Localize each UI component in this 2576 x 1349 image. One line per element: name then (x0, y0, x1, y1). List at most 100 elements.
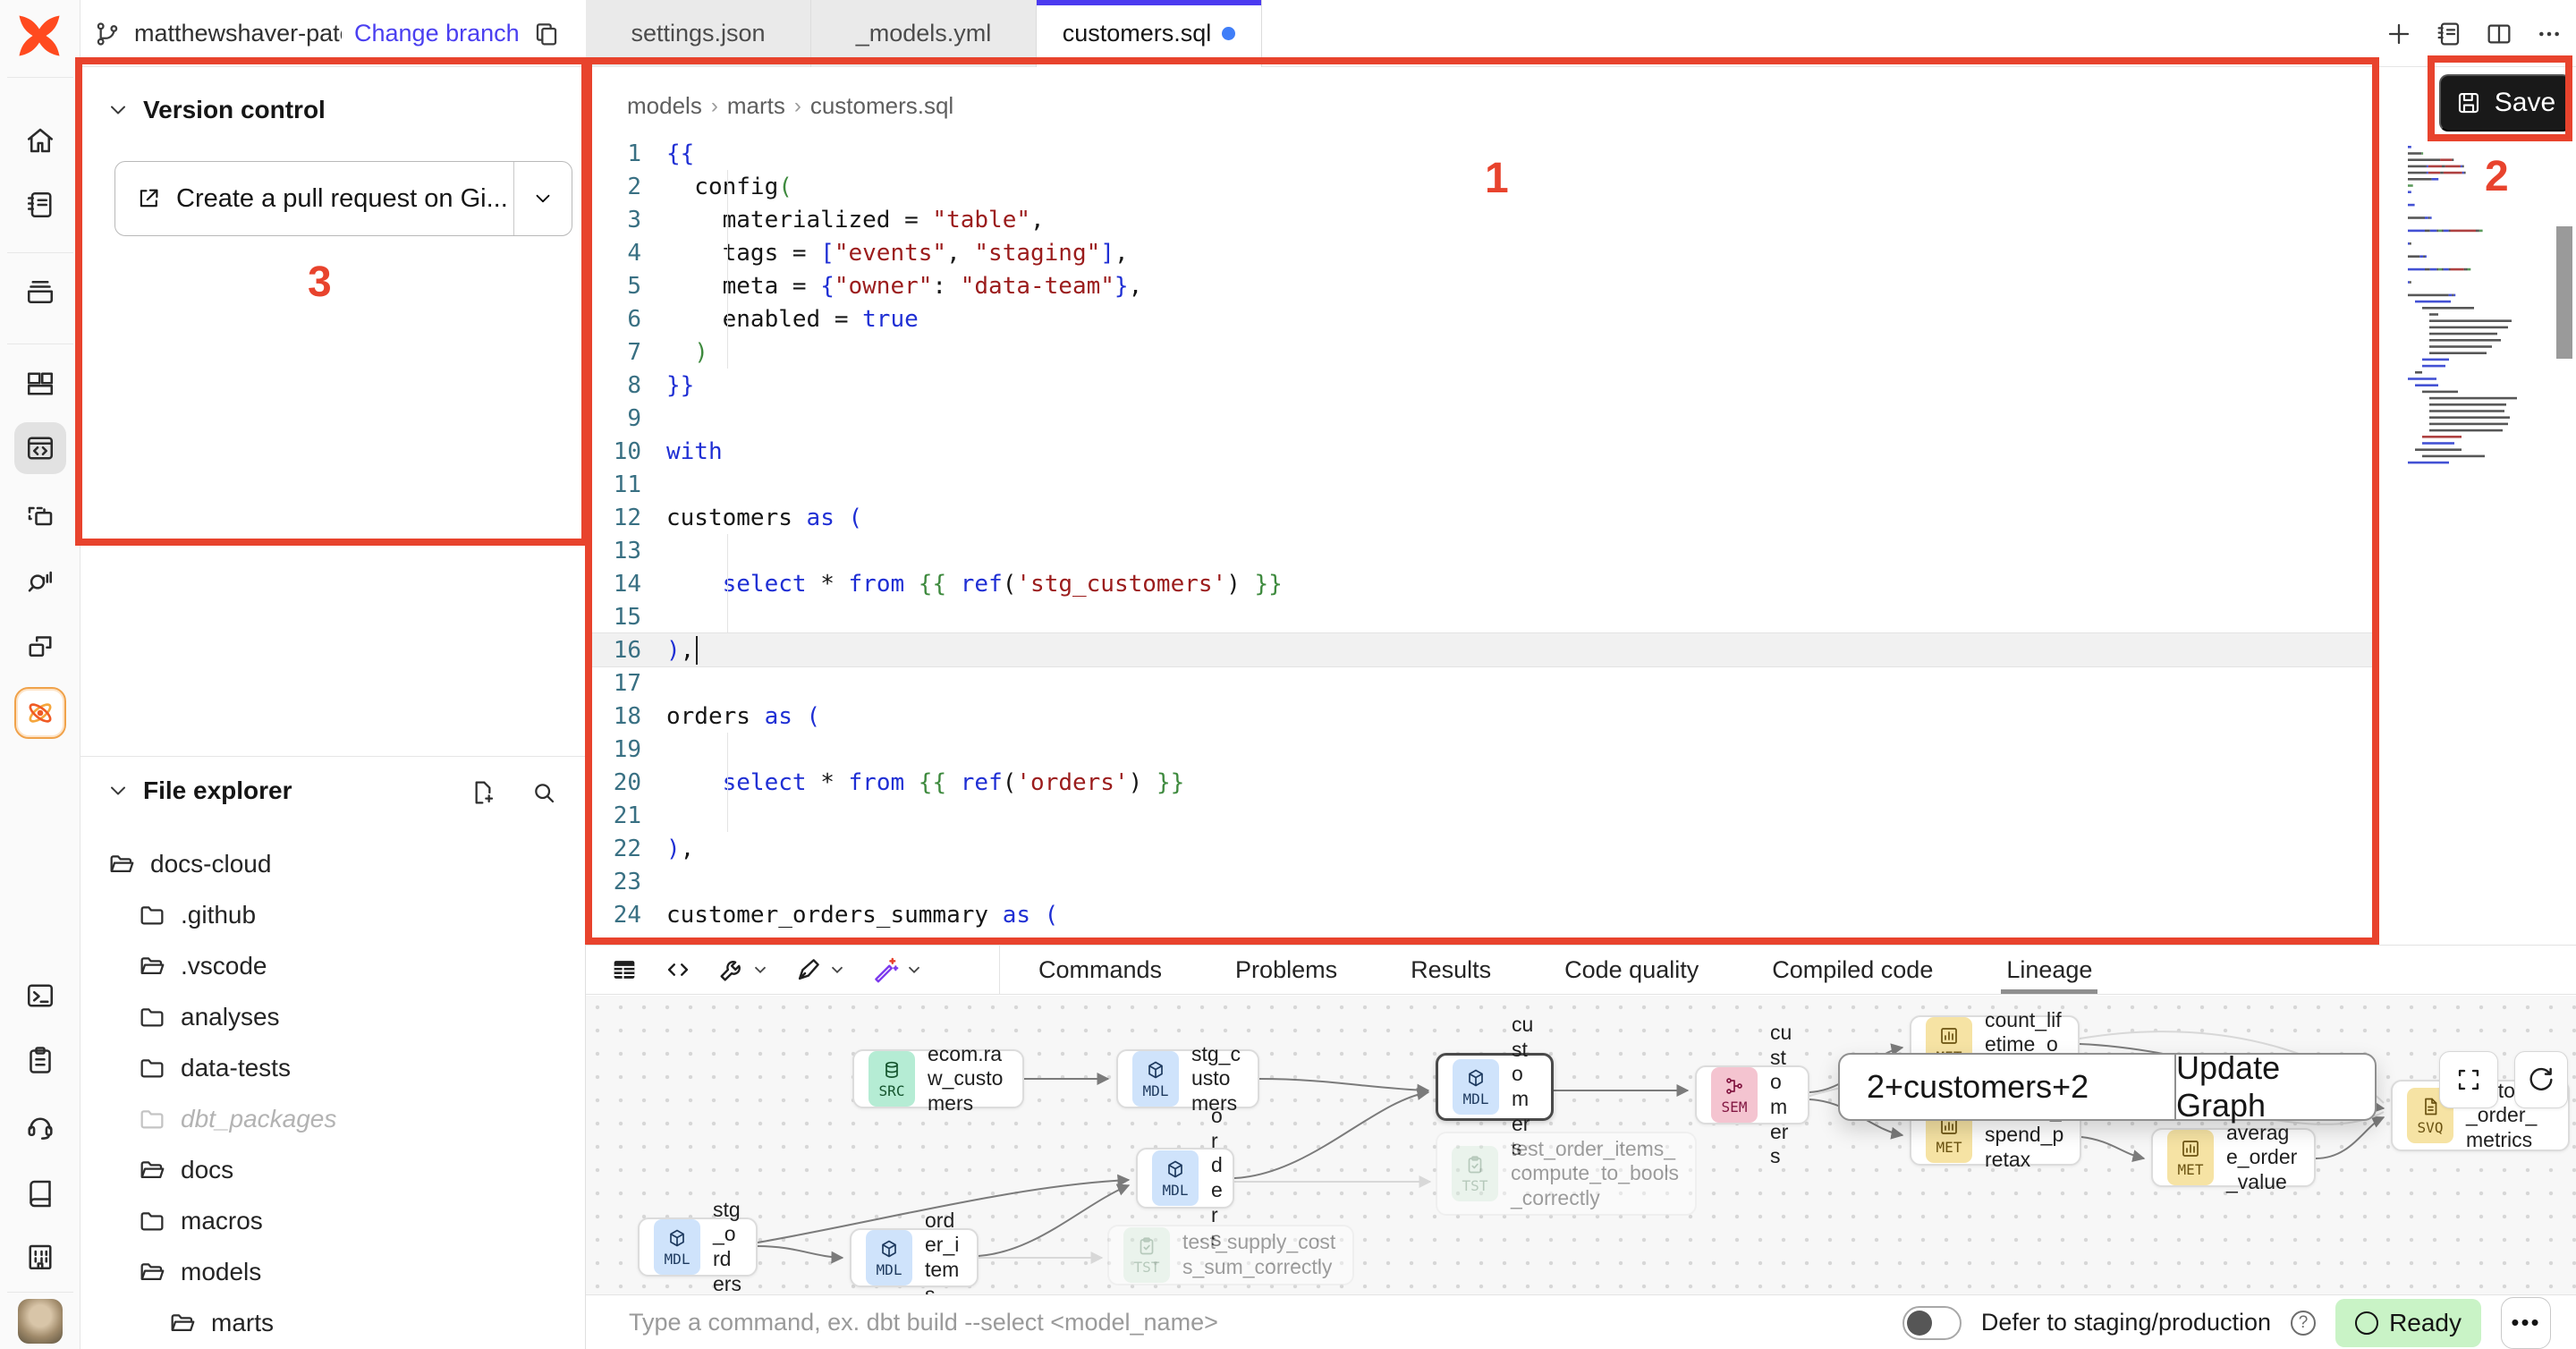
user-avatar[interactable] (18, 1299, 63, 1344)
tree-item-.github[interactable]: .github (80, 889, 586, 940)
panel-tab-code-quality[interactable]: Code quality (1559, 946, 1704, 994)
organization-icon[interactable] (14, 1231, 66, 1283)
more-options-icon[interactable] (2535, 20, 2563, 48)
code-line-17[interactable]: 17 (586, 666, 2375, 700)
panel-tab-problems[interactable]: Problems (1230, 946, 1343, 994)
panel-notebook-icon[interactable] (2435, 20, 2463, 48)
lineage-node-test-order-items[interactable]: TSTtest_order_items_compute_to_bools_cor… (1436, 1132, 1697, 1216)
ready-status-badge[interactable]: Ready (2335, 1299, 2481, 1347)
fullscreen-button[interactable] (2439, 1051, 2498, 1108)
defer-toggle[interactable] (1902, 1306, 1962, 1340)
tree-item-models[interactable]: models (80, 1246, 586, 1297)
open-window-icon[interactable] (14, 621, 66, 673)
file-explorer-header[interactable]: File explorer (106, 776, 292, 805)
magic-wand-icon[interactable] (870, 954, 924, 985)
code-line-6[interactable]: 6 enabled = true (586, 302, 2375, 335)
tree-item-docs-cloud[interactable]: docs-cloud (80, 838, 586, 889)
tree-item-docs[interactable]: docs (80, 1144, 586, 1195)
panel-tab-lineage[interactable]: Lineage (2001, 946, 2097, 994)
tree-item-.vscode[interactable]: .vscode (80, 940, 586, 991)
code-toggle-icon[interactable] (663, 954, 693, 985)
code-line-16[interactable]: 16), (586, 633, 2375, 666)
code-line-21[interactable]: 21 (586, 799, 2375, 832)
code-line-8[interactable]: 8}} (586, 369, 2375, 402)
code-line-2[interactable]: 2 config( (586, 170, 2375, 203)
code-line-24[interactable]: 24customer_orders_summary as ( (586, 898, 2375, 931)
copy-icon[interactable] (532, 20, 561, 48)
code-line-20[interactable]: 20 select * from {{ ref('orders') }} (586, 766, 2375, 799)
dbt-logo-icon[interactable] (13, 9, 66, 59)
pr-dropdown-caret[interactable] (514, 162, 572, 235)
lineage-node-order-items[interactable]: MDLorder_items (850, 1228, 979, 1287)
code-line-10[interactable]: 10with (586, 435, 2375, 468)
code-line-14[interactable]: 14 select * from {{ ref('stg_customers')… (586, 567, 2375, 600)
editor-minimap[interactable] (2408, 146, 2547, 895)
code-line-23[interactable]: 23 (586, 865, 2375, 898)
query-explorer-icon[interactable] (14, 555, 66, 607)
tree-item-marts[interactable]: marts (80, 1297, 586, 1348)
panel-tab-commands[interactable]: Commands (1033, 946, 1167, 994)
support-headset-icon[interactable] (14, 1100, 66, 1152)
code-line-3[interactable]: 3 materialized = "table", (586, 203, 2375, 236)
clipboard-icon[interactable] (14, 1034, 66, 1086)
split-pane-icon[interactable] (2485, 20, 2513, 48)
tree-item-macros[interactable]: macros (80, 1195, 586, 1246)
change-branch-link[interactable]: Change branch (354, 20, 520, 47)
code-line-5[interactable]: 5 meta = {"owner": "data-team"}, (586, 269, 2375, 302)
breadcrumb-segment[interactable]: models (627, 92, 702, 120)
jobs-stack-icon[interactable] (14, 265, 66, 317)
dashboard-grid-icon[interactable] (14, 358, 66, 410)
code-line-19[interactable]: 19 (586, 733, 2375, 766)
lineage-pane[interactable]: SRCecom.raw_customers MDLstg_customers MDL… (586, 996, 2576, 1294)
lineage-search-input[interactable]: 2+customers+2 (1840, 1055, 2176, 1119)
file-tab-_models.yml[interactable]: _models.yml (811, 0, 1037, 67)
code-line-11[interactable]: 11 (586, 468, 2375, 501)
code-line-7[interactable]: 7 ) (586, 335, 2375, 369)
tree-item-data-tests[interactable]: data-tests (80, 1042, 586, 1093)
home-icon[interactable] (14, 115, 66, 166)
status-more-button[interactable]: ••• (2501, 1297, 2551, 1349)
code-line-12[interactable]: 12customers as ( (586, 501, 2375, 534)
tree-item-analyses[interactable]: analyses (80, 991, 586, 1042)
lineage-node-test-supply-costs[interactable]: TSTtest_supply_costs_sum_correctly (1107, 1225, 1354, 1285)
lineage-node-stg-customers[interactable]: MDLstg_customers (1116, 1049, 1259, 1108)
panel-tab-compiled-code[interactable]: Compiled code (1767, 946, 1938, 994)
lineage-node-orders-model[interactable]: MDLorders (1136, 1148, 1234, 1209)
scrollbar-thumb[interactable] (2556, 226, 2572, 359)
breadcrumb-segment[interactable]: marts (727, 92, 785, 120)
code-line-13[interactable]: 13 (586, 534, 2375, 567)
save-button[interactable]: Save (2439, 74, 2572, 132)
help-icon[interactable]: ? (2291, 1311, 2316, 1336)
refresh-graph-button[interactable] (2514, 1051, 2568, 1108)
preview-table-icon[interactable] (609, 954, 640, 985)
tree-item-dbt_packages[interactable]: dbt_packages (80, 1093, 586, 1144)
new-tab-icon[interactable] (2385, 20, 2413, 48)
code-line-1[interactable]: 1{{ (586, 137, 2375, 170)
version-control-header[interactable]: Version control (106, 96, 326, 124)
lineage-node-customers-model[interactable]: MDLcustomers (1436, 1053, 1554, 1121)
lineage-node-average-order-value[interactable]: METaverage_order_value (2151, 1128, 2316, 1187)
ide-code-icon[interactable] (14, 422, 66, 474)
panel-tab-results[interactable]: Results (1405, 946, 1496, 994)
build-tool-icon[interactable] (716, 954, 770, 985)
code-line-22[interactable]: 22), (586, 832, 2375, 865)
terminal-icon[interactable] (14, 970, 66, 1022)
copilot-atom-icon[interactable] (14, 687, 66, 739)
file-tab-settings.json[interactable]: settings.json (586, 0, 811, 67)
code-line-4[interactable]: 4 tags = ["events", "staging"], (586, 236, 2375, 269)
update-graph-button[interactable]: Update Graph (2176, 1055, 2375, 1119)
code-line-18[interactable]: 18orders as ( (586, 700, 2375, 733)
command-input[interactable]: Type a command, ex. dbt build --select <… (629, 1295, 1218, 1349)
lineage-node-stg-orders[interactable]: MDLstg_orders (638, 1217, 758, 1277)
notebook-icon[interactable] (14, 179, 66, 231)
code-line-9[interactable]: 9 (586, 402, 2375, 435)
file-tab-customers.sql[interactable]: customers.sql (1037, 0, 1262, 67)
lineage-node-customers-semantic[interactable]: SEMcustomers (1695, 1065, 1809, 1124)
docs-book-icon[interactable] (14, 1167, 66, 1218)
search-icon[interactable] (530, 778, 558, 807)
code-line-15[interactable]: 15 (586, 600, 2375, 633)
code-area[interactable]: 1{{2 config(3 materialized = "table",4 t… (586, 137, 2375, 931)
canvas-icon[interactable] (14, 490, 66, 542)
test-tool-icon[interactable] (793, 954, 847, 985)
lineage-node-ecom-raw-customers[interactable]: SRCecom.raw_customers (852, 1049, 1024, 1108)
